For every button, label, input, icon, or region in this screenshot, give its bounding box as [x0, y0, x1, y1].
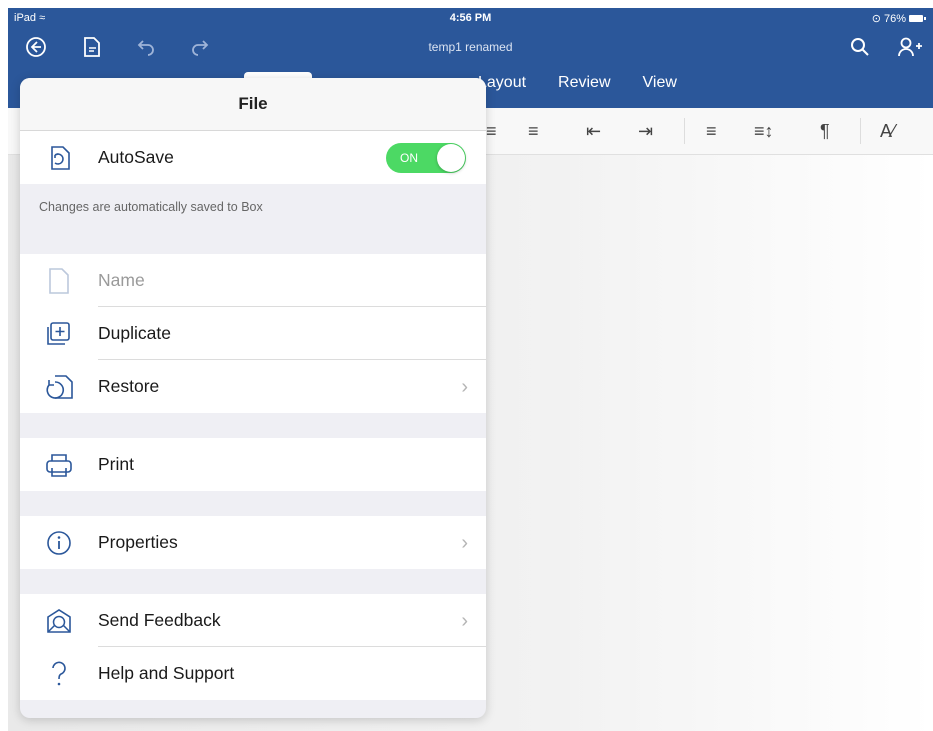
question-mark-icon [20, 660, 98, 688]
feedback-icon [20, 607, 98, 635]
status-battery: ⊙ 76% [871, 12, 926, 25]
duplicate-row[interactable]: Duplicate [20, 307, 486, 360]
restore-label: Restore [98, 376, 160, 396]
autosave-note: Changes are automatically saved to Box [39, 199, 263, 214]
styles-icon[interactable]: A⁄ [880, 120, 895, 142]
toggle-knob [437, 144, 465, 172]
help-support-row[interactable]: Help and Support [20, 647, 486, 700]
tab-view[interactable]: View [643, 74, 677, 92]
properties-row[interactable]: Properties › [20, 516, 486, 569]
decrease-indent-icon[interactable]: ⇤ [586, 120, 601, 142]
send-feedback-row[interactable]: Send Feedback › [20, 594, 486, 647]
name-label: Name [98, 270, 145, 290]
file-panel-title: File [238, 94, 268, 113]
duplicate-icon [20, 321, 98, 347]
share-add-person-icon[interactable] [896, 34, 924, 60]
search-icon[interactable] [846, 34, 874, 60]
chevron-right-icon: › [461, 610, 468, 632]
autosave-row: AutoSave ON [20, 131, 486, 184]
restore-icon [20, 373, 98, 401]
document-title: temp1 renamed [428, 40, 513, 54]
print-label: Print [98, 454, 134, 474]
autosave-icon [20, 144, 98, 172]
file-panel: File AutoSave ON Changes are automatical… [20, 78, 486, 718]
name-row: Name [20, 254, 486, 307]
autosave-toggle[interactable]: ON [386, 143, 466, 173]
toggle-on-label: ON [400, 151, 418, 165]
file-panel-header: File [20, 78, 486, 131]
restore-row[interactable]: Restore › [20, 360, 486, 413]
print-row[interactable]: Print [20, 438, 486, 491]
help-support-label: Help and Support [98, 663, 235, 683]
ribbon-divider [860, 118, 861, 144]
chevron-right-icon: › [461, 532, 468, 554]
info-icon [20, 529, 98, 557]
ribbon-divider [684, 118, 685, 144]
rotation-lock-icon: ⊙ [871, 13, 881, 25]
tab-review[interactable]: Review [558, 74, 610, 92]
numbering-icon[interactable]: ≡ [528, 120, 539, 142]
printer-icon [20, 451, 98, 479]
line-spacing-icon[interactable]: ≡↕ [754, 120, 774, 142]
align-left-icon[interactable]: ≡ [706, 120, 717, 142]
send-feedback-label: Send Feedback [98, 610, 221, 630]
paragraph-marks-icon[interactable]: ¶ [820, 120, 830, 142]
status-time: 4:56 PM [449, 12, 492, 24]
increase-indent-icon[interactable]: ⇥ [638, 120, 653, 142]
properties-label: Properties [98, 532, 178, 552]
duplicate-label: Duplicate [98, 323, 171, 343]
app-window: iPad ≈ 4:56 PM ⊙ 76% temp1 renamed Layou… [8, 8, 933, 731]
bullets-icon[interactable]: ≡ [486, 120, 497, 142]
battery-percent: 76% [883, 12, 906, 25]
autosave-label: AutoSave [98, 147, 174, 167]
chevron-right-icon: › [461, 376, 468, 398]
document-icon [20, 267, 98, 295]
ribbon-tabs: Layout Review View [478, 74, 677, 92]
battery-icon [909, 15, 926, 22]
